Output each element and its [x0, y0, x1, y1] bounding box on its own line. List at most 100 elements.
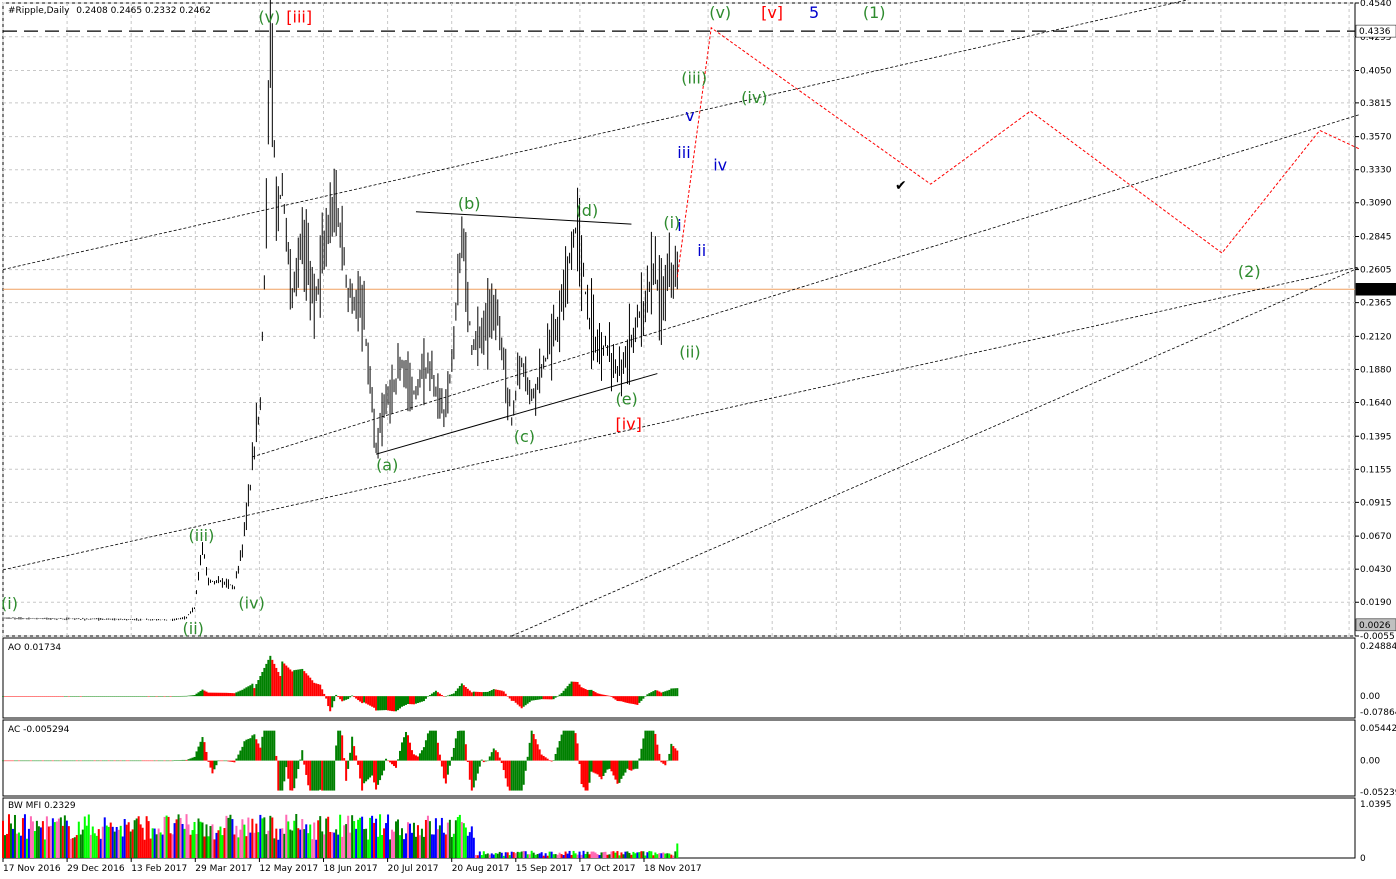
- indicator-bar: [273, 730, 276, 761]
- indicator-bar: [436, 829, 439, 858]
- indicator-bar: [524, 696, 527, 706]
- price-chart[interactable]: ✔ (i) (ii) (iii) (iv) (v) [iii] (a) (b) (c) (d) (e…: [0, 0, 1396, 879]
- indicator-bar: [279, 675, 282, 697]
- indicator-bar: [269, 815, 272, 858]
- indicator-bar: [486, 760, 489, 762]
- indicator-bar: [277, 839, 280, 858]
- indicator-bar: [97, 696, 100, 697]
- indicator-bar: [558, 694, 561, 697]
- indicator-bar: [668, 753, 671, 761]
- indicator-bar: [576, 854, 579, 858]
- indicator-bar: [321, 689, 324, 697]
- indicator-tick-label: 0.054421: [1360, 724, 1396, 734]
- indicator-bar: [203, 836, 206, 858]
- indicator-bar: [618, 760, 621, 783]
- price-tick-label: 0.2365: [1360, 299, 1392, 309]
- indicator-bar: [472, 691, 475, 697]
- indicator-bar: [361, 816, 364, 858]
- indicator-bar: [608, 695, 611, 697]
- indicator-bar: [33, 760, 36, 762]
- indicator-bar: [428, 821, 431, 858]
- indicator-bar: [391, 760, 394, 765]
- indicator-bar: [295, 669, 298, 697]
- time-tick-label: 20 Jul 2017: [388, 864, 439, 874]
- indicator-bar: [125, 760, 128, 762]
- ac-indicator-panel[interactable]: 0.054421 0.00 -0.05239 AC -0.005294: [2, 719, 1396, 798]
- indicator-bar: [51, 696, 54, 697]
- indicator-bar: [23, 760, 26, 762]
- indicator-bar: [317, 820, 320, 858]
- indicator-bar: [17, 760, 20, 762]
- indicator-bar: [584, 853, 587, 858]
- indicator-bar: [410, 832, 413, 858]
- indicator-bar: [187, 695, 190, 697]
- indicator-bar: [474, 760, 477, 781]
- indicator-bar: [544, 853, 547, 858]
- indicator-bar: [393, 696, 396, 712]
- wave-label: ii: [697, 241, 706, 260]
- indicator-bar: [347, 815, 350, 858]
- wave-label: (ii): [183, 619, 204, 638]
- indicator-bar: [646, 852, 649, 858]
- indicator-bar: [215, 760, 218, 766]
- indicator-bar: [416, 825, 419, 858]
- indicator-bar: [63, 760, 66, 762]
- indicator-bar: [612, 696, 615, 699]
- indicator-bar: [622, 696, 625, 702]
- indicator-bar: [524, 851, 527, 858]
- indicator-bar: [444, 834, 447, 858]
- indicator-bar: [11, 696, 14, 697]
- indicator-bar: [165, 696, 168, 697]
- indicator-bar: [596, 693, 599, 697]
- indicator-bar: [592, 760, 595, 773]
- indicator-bar: [440, 817, 443, 858]
- indicator-bar: [113, 831, 116, 858]
- time-axis: 17 Nov 2016 29 Dec 2016 13 Feb 2017 29 Mar …: [2, 858, 702, 874]
- indicator-bar: [482, 851, 485, 858]
- indicator-bar: [85, 760, 88, 762]
- indicator-bar: [494, 689, 497, 697]
- wave-label: iii: [677, 143, 690, 162]
- indicator-bar: [109, 822, 112, 858]
- time-tick-label: 18 Jun 2017: [324, 864, 378, 874]
- indicator-bar: [193, 821, 196, 858]
- indicator-bar: [139, 824, 142, 858]
- mfi-indicator-panel[interactable]: 1.0395 0 BW MFI 0.2329: [2, 797, 1392, 864]
- ao-indicator-panel[interactable]: 0.24884 0.00 -0.07864 AO 0.01734: [2, 637, 1396, 719]
- indicator-bar: [490, 752, 493, 761]
- indicator-bar: [311, 839, 314, 858]
- indicator-bar: [377, 760, 380, 785]
- indicator-bar: [151, 828, 154, 858]
- indicator-bar: [424, 819, 427, 858]
- indicator-bar: [604, 760, 607, 773]
- indicator-bar: [389, 839, 392, 858]
- indicator-bar: [283, 760, 286, 782]
- indicator-bar: [125, 696, 128, 697]
- indicator-bar: [570, 681, 573, 697]
- indicator-bar: [49, 825, 52, 858]
- indicator-bar: [107, 826, 110, 858]
- indicator-bar: [448, 819, 451, 858]
- indicator-bar: [604, 851, 607, 858]
- indicator-bar: [31, 696, 34, 697]
- main-price-panel[interactable]: ✔ (i) (ii) (iii) (iv) (v) [iii] (a) (b) (c) (d) (e…: [1, 0, 1396, 642]
- indicator-bar: [227, 692, 230, 697]
- indicator-bar: [249, 738, 252, 761]
- indicator-bar: [69, 760, 72, 762]
- indicator-bar: [650, 851, 653, 858]
- indicator-bar: [19, 835, 22, 858]
- indicator-bar: [590, 760, 593, 772]
- indicator-tick-label: -0.05239: [1360, 788, 1396, 798]
- indicator-bar: [504, 852, 507, 858]
- indicator-bar: [494, 853, 497, 858]
- indicator-bar: [155, 834, 158, 858]
- indicator-bar: [13, 696, 16, 697]
- indicator-bar: [213, 839, 216, 858]
- wave-label: (iv): [741, 88, 767, 107]
- indicator-bar: [608, 854, 611, 858]
- indicator-bar: [135, 760, 138, 762]
- indicator-bar: [329, 831, 332, 858]
- indicator-bar: [610, 760, 613, 772]
- indicator-bar: [672, 746, 675, 761]
- channel-line: [2, 266, 1360, 571]
